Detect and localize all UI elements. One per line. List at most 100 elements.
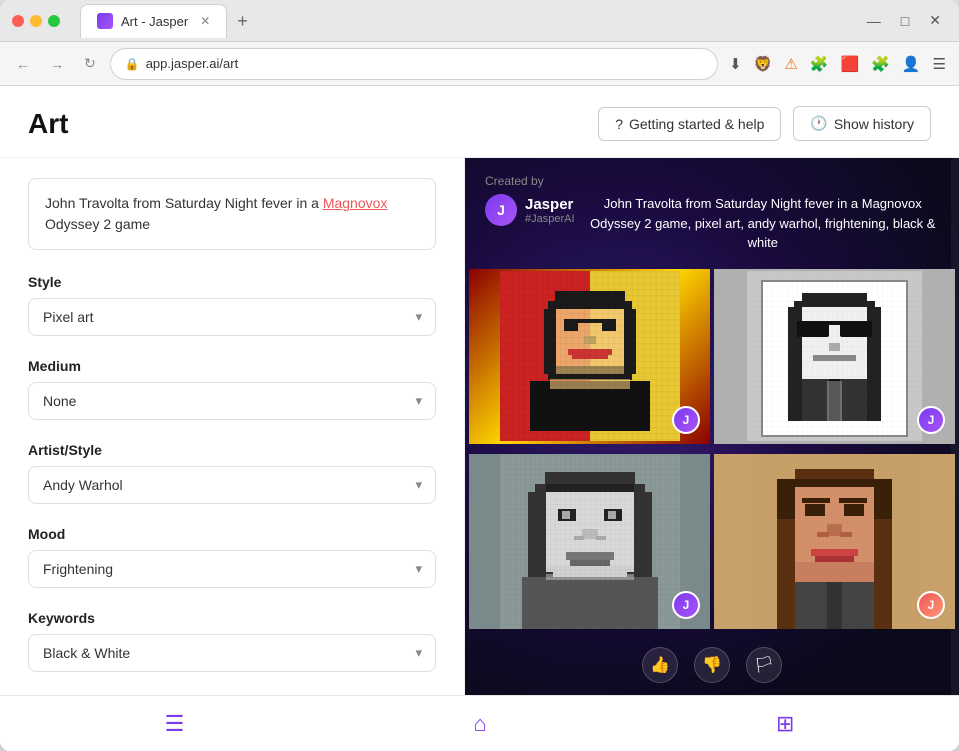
tab-bar: Art - Jasper ✕ + <box>80 4 853 38</box>
help-icon: ? <box>615 116 623 132</box>
jasper-hashtag: #JasperAI <box>525 213 575 225</box>
maximize-window-btn[interactable] <box>48 15 60 27</box>
style-form-group: Style NonePixel artCinematicPhotorealist… <box>28 274 436 336</box>
minimize-window-btn[interactable] <box>30 15 42 27</box>
like-icon: 👍 <box>650 655 670 675</box>
tab-title: Art - Jasper <box>121 14 188 29</box>
mood-select[interactable]: NoneFrighteningHappySad <box>28 550 436 588</box>
art-description: John Travolta from Saturday Night fever … <box>587 174 939 253</box>
home-nav-button[interactable]: ⌂ <box>433 703 526 745</box>
back-button[interactable]: ← <box>10 52 36 76</box>
jasper-logo-info: Jasper #JasperAI <box>525 196 575 225</box>
art-actions: 👍 👎 🏳 <box>465 635 959 695</box>
prompt-box[interactable]: John Travolta from Saturday Night fever … <box>28 178 436 250</box>
art-content: Created by J Jasper #JasperAI John Travo… <box>465 158 959 695</box>
dislike-button[interactable]: 👎 <box>694 647 730 683</box>
minimize-btn[interactable]: — <box>861 10 887 31</box>
main-area: John Travolta from Saturday Night fever … <box>0 158 959 695</box>
art-image-2 <box>747 271 922 441</box>
medium-label: Medium <box>28 358 436 374</box>
menu-nav-button[interactable]: ☰ <box>125 703 225 745</box>
browser-titlebar: Art - Jasper ✕ + — □ ✕ <box>0 0 959 42</box>
bottom-nav: ☰ ⌂ ⊞ <box>0 695 959 751</box>
menu-icon[interactable]: ☰ <box>930 52 949 76</box>
art-grid: J <box>465 269 959 636</box>
getting-started-label: Getting started & help <box>629 116 764 132</box>
home-nav-icon: ⌂ <box>473 711 486 736</box>
like-button[interactable]: 👍 <box>642 647 678 683</box>
save-button[interactable]: 🏳 <box>746 647 782 683</box>
art-avatar-1: J <box>672 406 700 434</box>
warning-icon[interactable]: ⚠ <box>781 52 800 76</box>
keywords-form-group: Keywords NoneBlack & WhiteColorfulDark <box>28 610 436 672</box>
grid-nav-button[interactable]: ⊞ <box>736 703 834 745</box>
tab-favicon <box>97 13 113 29</box>
browser-frame: Art - Jasper ✕ + — □ ✕ ← → ↻ 🔒 app.jaspe… <box>0 0 959 751</box>
close-window-btn[interactable] <box>12 15 24 27</box>
medium-select-wrapper: NoneOil paintingWatercolorDigital art <box>28 382 436 420</box>
download-icon[interactable]: ⬇ <box>726 52 745 76</box>
page-header: Art ? Getting started & help 🕐 Show hist… <box>0 86 959 158</box>
profile-icon[interactable]: 👤 <box>899 52 924 76</box>
prompt-text-end: Odyssey 2 game <box>45 216 150 232</box>
jasper-logo: J Jasper #JasperAI <box>485 194 575 226</box>
left-panel: John Travolta from Saturday Night fever … <box>0 158 465 695</box>
grid-nav-icon: ⊞ <box>776 711 794 736</box>
mood-label: Mood <box>28 526 436 542</box>
extensions-icon[interactable]: 🧩 <box>868 52 893 76</box>
jasper-logo-icon: J <box>485 194 517 226</box>
art-header: Created by J Jasper #JasperAI John Travo… <box>465 158 959 269</box>
artist-select[interactable]: NoneAndy WarholPicassoVan Gogh <box>28 466 436 504</box>
art-cell-1[interactable]: J <box>469 269 710 444</box>
header-actions: ? Getting started & help 🕐 Show history <box>598 106 931 141</box>
created-by-label: Created by <box>485 174 575 188</box>
art-image-3 <box>500 454 680 629</box>
close-btn[interactable]: ✕ <box>923 10 947 31</box>
mood-select-wrapper: NoneFrighteningHappySad <box>28 550 436 588</box>
brave-shield-icon[interactable]: 🦁 <box>751 52 776 76</box>
traffic-lights <box>12 15 60 27</box>
medium-form-group: Medium NoneOil paintingWatercolorDigital… <box>28 358 436 420</box>
keywords-select[interactable]: NoneBlack & WhiteColorfulDark <box>28 634 436 672</box>
history-icon: 🕐 <box>810 115 827 132</box>
window-controls: — □ ✕ <box>861 10 947 31</box>
extension-icon-1[interactable]: 🧩 <box>807 52 832 76</box>
browser-tab-active[interactable]: Art - Jasper ✕ <box>80 4 227 38</box>
art-cell-3[interactable]: J <box>469 454 710 629</box>
toolbar-icons: ⬇ 🦁 ⚠ 🧩 🟥 🧩 👤 ☰ <box>726 52 949 76</box>
menu-nav-icon: ☰ <box>165 711 185 736</box>
dislike-icon: 👎 <box>702 655 722 675</box>
art-cell-4[interactable]: J <box>714 454 955 629</box>
extension-icon-2[interactable]: 🟥 <box>837 52 862 76</box>
page-title: Art <box>28 108 598 140</box>
art-avatar-2: J <box>917 406 945 434</box>
artist-select-wrapper: NoneAndy WarholPicassoVan Gogh <box>28 466 436 504</box>
forward-button[interactable]: → <box>44 52 70 76</box>
page-content: Art ? Getting started & help 🕐 Show hist… <box>0 86 959 751</box>
address-bar[interactable]: 🔒 app.jasper.ai/art <box>110 48 718 80</box>
art-avatar-4: J <box>917 591 945 619</box>
medium-select[interactable]: NoneOil paintingWatercolorDigital art <box>28 382 436 420</box>
url-text: app.jasper.ai/art <box>146 56 239 71</box>
new-tab-button[interactable]: + <box>233 8 252 34</box>
prompt-text-start: John Travolta from Saturday Night fever … <box>45 195 323 211</box>
reload-button[interactable]: ↻ <box>78 51 102 76</box>
mood-form-group: Mood NoneFrighteningHappySad <box>28 526 436 588</box>
prompt-link[interactable]: Magnovox <box>323 195 388 211</box>
keywords-label: Keywords <box>28 610 436 626</box>
artist-label: Artist/Style <box>28 442 436 458</box>
jasper-branding: Created by J Jasper #JasperAI <box>485 174 575 226</box>
show-history-button[interactable]: 🕐 Show history <box>793 106 931 141</box>
art-panel: Created by J Jasper #JasperAI John Travo… <box>465 158 959 695</box>
restore-btn[interactable]: □ <box>895 10 915 31</box>
style-select[interactable]: NonePixel artCinematicPhotorealistic <box>28 298 436 336</box>
style-label: Style <box>28 274 436 290</box>
browser-toolbar: ← → ↻ 🔒 app.jasper.ai/art ⬇ 🦁 ⚠ 🧩 🟥 🧩 👤 … <box>0 42 959 86</box>
style-select-wrapper: NonePixel artCinematicPhotorealistic <box>28 298 436 336</box>
jasper-logo-text: Jasper <box>525 196 575 213</box>
artist-form-group: Artist/Style NoneAndy WarholPicassoVan G… <box>28 442 436 504</box>
lock-icon: 🔒 <box>125 57 140 71</box>
getting-started-help-button[interactable]: ? Getting started & help <box>598 107 781 141</box>
tab-close-icon[interactable]: ✕ <box>200 14 210 28</box>
art-cell-2[interactable]: J <box>714 269 955 444</box>
